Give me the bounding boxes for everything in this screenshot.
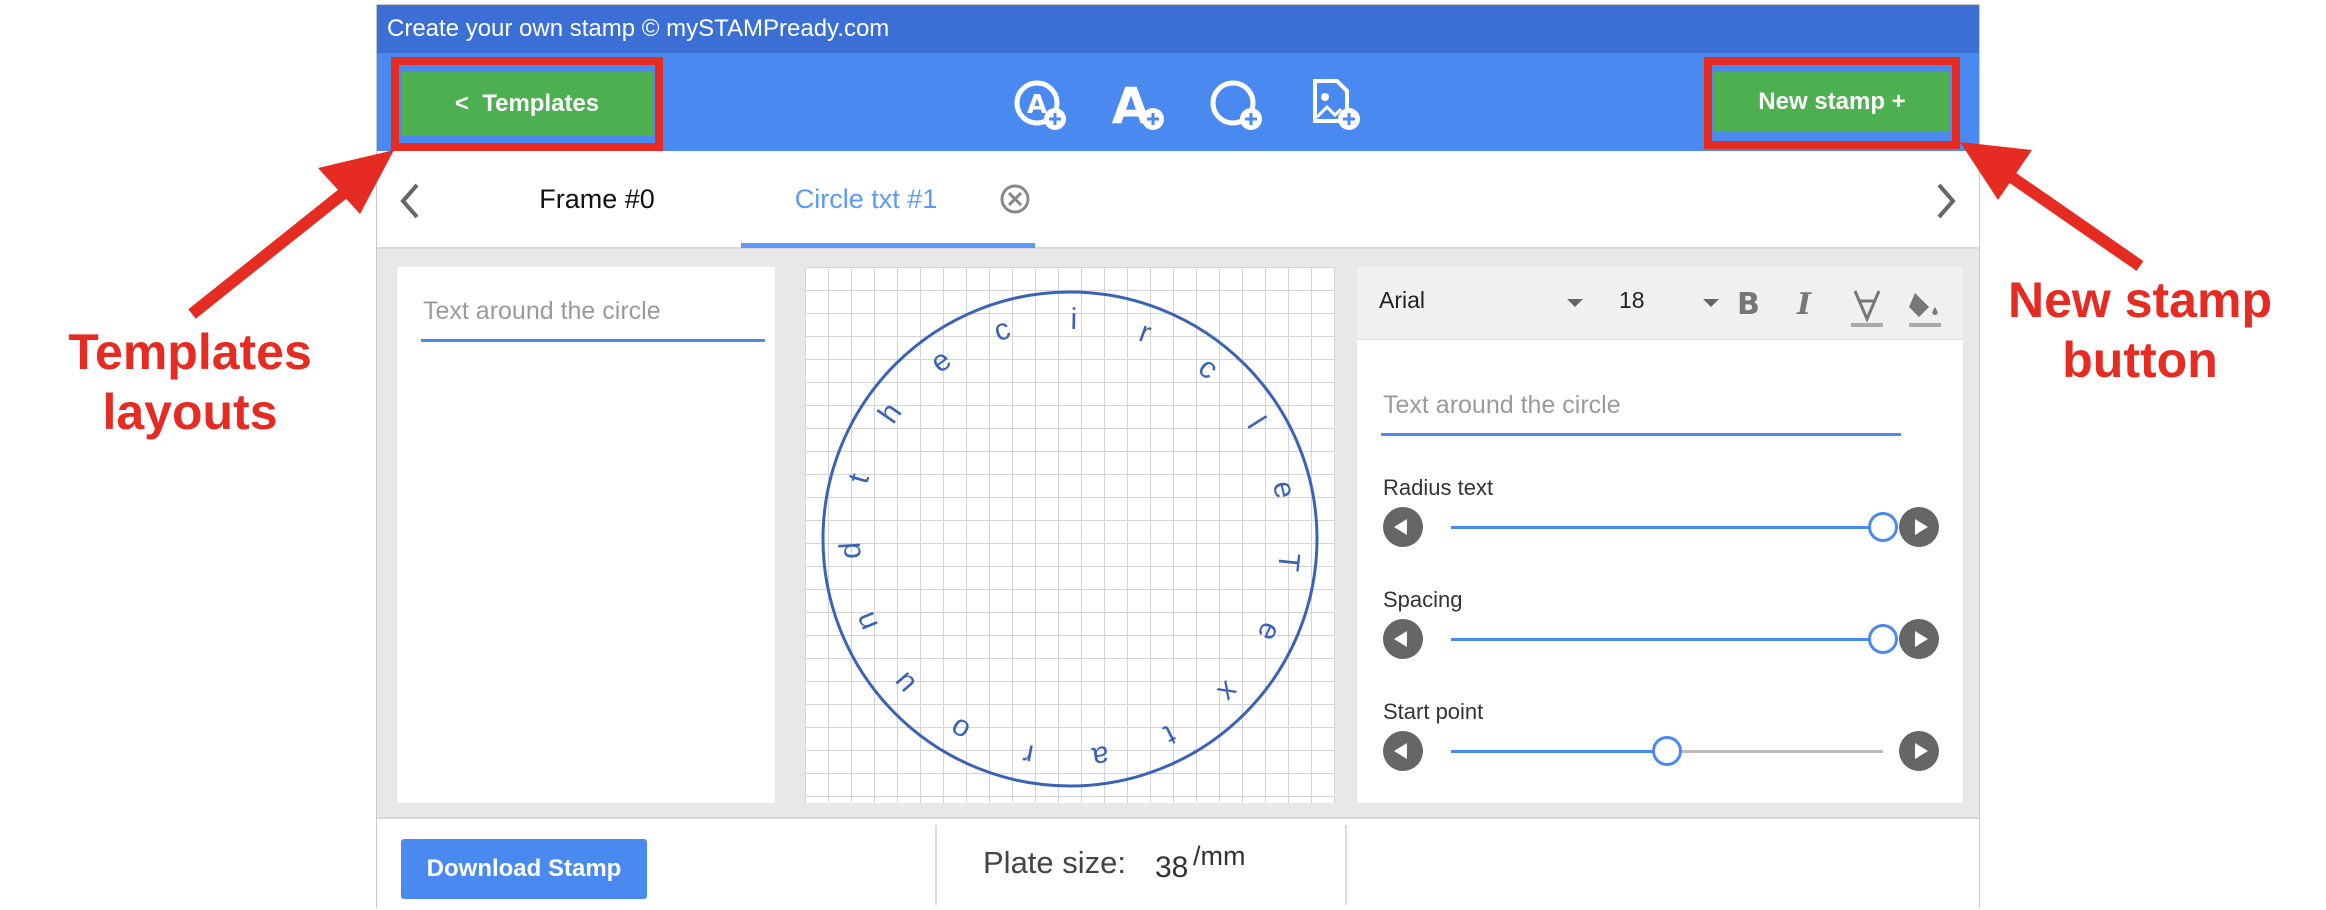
new-stamp-highlight-frame xyxy=(1704,57,1960,149)
download-stamp-button[interactable]: Download Stamp xyxy=(401,839,647,899)
fill-color-icon[interactable] xyxy=(1905,285,1945,329)
font-size-select[interactable]: 18 xyxy=(1619,287,1729,321)
decrease-button[interactable] xyxy=(1383,619,1423,659)
circle-text-letter: u xyxy=(886,666,922,700)
circle-text-letter: x xyxy=(1211,675,1245,709)
circle-text-letter: t xyxy=(1158,718,1181,751)
circle-text-letter: l xyxy=(1240,411,1272,434)
circle-text-letter: e xyxy=(1251,617,1288,646)
circle-text-letter: h xyxy=(872,397,909,430)
slider-label: Spacing xyxy=(1383,587,1463,612)
chevron-right-icon[interactable] xyxy=(1931,181,1961,221)
circle-text-letter: n xyxy=(848,607,885,635)
circle-text-letter: d xyxy=(834,541,868,559)
circle-text-letter: e xyxy=(1266,478,1302,502)
slider-thumb[interactable] xyxy=(1868,624,1898,654)
slider-thumb[interactable] xyxy=(1652,736,1682,766)
add-text-icon[interactable]: A xyxy=(1109,75,1169,135)
stamp-circle xyxy=(821,290,1319,788)
circle-text-letter: r xyxy=(1135,315,1156,349)
caret-down-icon xyxy=(1703,299,1719,307)
templates-highlight-frame xyxy=(391,57,663,151)
new-stamp-arrow-icon xyxy=(2006,171,2144,271)
circle-text-input-underline xyxy=(421,339,765,342)
add-circle-text-icon[interactable]: A xyxy=(1011,75,1071,135)
increase-button[interactable] xyxy=(1899,507,1939,547)
circle-text-letter: i xyxy=(1070,303,1077,336)
circle-text-letters: c i rcleTextaroundthe xyxy=(834,303,1306,774)
window-title: Create your own stamp © mySTAMPready.com xyxy=(377,5,1979,53)
decrease-button[interactable] xyxy=(1383,731,1423,771)
add-circle-icon[interactable] xyxy=(1207,75,1267,135)
text-list-panel: Text around the circle xyxy=(397,267,775,803)
svg-text:A: A xyxy=(1027,90,1047,120)
circle-text-letter: r xyxy=(1020,737,1036,771)
bottom-divider-1 xyxy=(935,825,937,905)
font-select-value: Arial xyxy=(1379,287,1426,313)
bold-icon[interactable]: B xyxy=(1737,287,1760,322)
slider-label: Radius text xyxy=(1383,475,1494,500)
add-image-icon[interactable] xyxy=(1305,75,1365,135)
slider-fill xyxy=(1451,526,1883,529)
circle-text-input-underline xyxy=(1381,433,1901,436)
circle-text-letter: T xyxy=(1271,551,1306,573)
decrease-button[interactable] xyxy=(1383,507,1423,547)
circle-text-letter: c xyxy=(990,312,1014,348)
font-select[interactable]: Arial xyxy=(1379,287,1599,321)
chevron-left-icon[interactable] xyxy=(395,181,425,221)
main-toolbar: < Templates A A New stamp + xyxy=(377,53,1979,151)
increase-button[interactable] xyxy=(1899,731,1939,771)
plate-size-label: Plate size: xyxy=(983,845,1127,880)
slider-fill xyxy=(1451,750,1667,753)
circle-text-input[interactable]: Text around the circle xyxy=(1383,391,1621,420)
slider-label: Start point xyxy=(1383,699,1484,724)
slider-thumb[interactable] xyxy=(1868,512,1898,542)
plate-size-value[interactable]: 38 xyxy=(1155,851,1188,885)
circle-text-input-left[interactable]: Text around the circle xyxy=(423,297,661,326)
new-stamp-annotation: New stamp button xyxy=(2008,272,2272,388)
templates-arrow-icon xyxy=(188,175,364,319)
plate-size-unit: /mm xyxy=(1193,841,1246,871)
tab-circle-label: Circle txt #1 xyxy=(794,184,938,214)
text-color-icon[interactable] xyxy=(1847,285,1887,329)
slider-fill xyxy=(1451,638,1883,641)
active-tab-indicator xyxy=(741,243,1035,248)
close-tab-icon[interactable] xyxy=(999,183,1031,215)
increase-button[interactable] xyxy=(1899,619,1939,659)
stamp-canvas[interactable]: circleTextaroundthe xyxy=(805,267,1335,803)
italic-icon[interactable]: I xyxy=(1797,287,1811,322)
circle-text-letter: e xyxy=(925,343,958,380)
bottom-divider-2 xyxy=(1345,825,1347,905)
circle-text-letter: t xyxy=(842,469,876,487)
stamp-preview: c i rcleTextaroundthe xyxy=(821,290,1319,788)
circle-text-letter: c xyxy=(1192,351,1224,386)
tab-frame-0[interactable]: Frame #0 xyxy=(477,151,717,247)
tab-bar: Frame #0 Circle txt #1 xyxy=(377,151,1979,249)
circle-text-letter: o xyxy=(945,711,976,748)
stamp-editor-window: Create your own stamp © mySTAMPready.com… xyxy=(376,4,1980,909)
circle-text-letter: a xyxy=(1090,739,1111,774)
templates-annotation: Templates layouts xyxy=(68,324,312,440)
font-size-value: 18 xyxy=(1619,287,1645,313)
caret-down-icon xyxy=(1567,299,1583,307)
bottom-bar: Download Stamp Plate size: 38 /mm xyxy=(377,817,1979,909)
